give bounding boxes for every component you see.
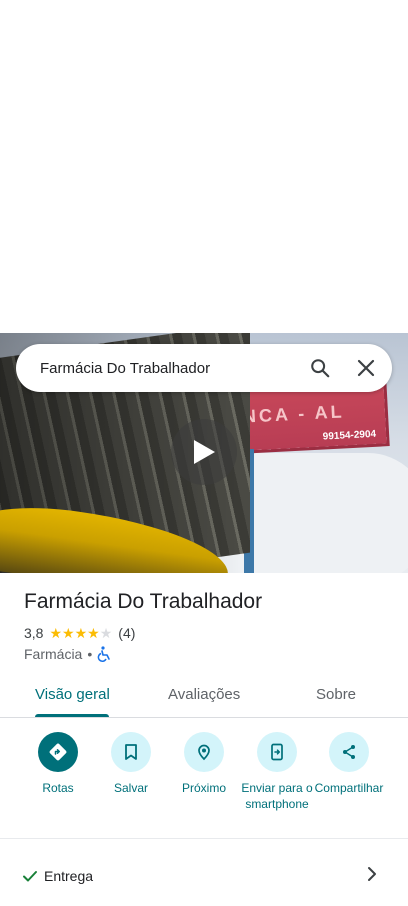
review-count[interactable]: (4) bbox=[118, 625, 135, 641]
blank-area bbox=[0, 0, 408, 333]
send-to-phone-button[interactable]: Enviar para o smartphone bbox=[238, 732, 316, 812]
search-bar[interactable]: Farmácia Do Trabalhador bbox=[16, 344, 392, 392]
category-row: Farmácia • bbox=[24, 646, 111, 662]
action-row: Rotas Salvar Próximo Enviar para o smart… bbox=[0, 732, 408, 832]
play-icon bbox=[194, 440, 215, 464]
tab-bar: Visão geral Avaliações Sobre bbox=[0, 672, 408, 718]
save-circle bbox=[111, 732, 151, 772]
search-button[interactable] bbox=[300, 348, 340, 388]
send-to-phone-circle bbox=[257, 732, 297, 772]
place-title: Farmácia Do Trabalhador bbox=[24, 590, 263, 613]
tab-overview[interactable]: Visão geral bbox=[35, 686, 110, 703]
share-label: Compartilhar bbox=[314, 781, 384, 795]
directions-label: Rotas bbox=[42, 781, 74, 795]
star-filled-icon: ★ bbox=[87, 625, 100, 641]
star-empty-icon: ★ bbox=[99, 625, 113, 641]
tab-about[interactable]: Sobre bbox=[316, 686, 356, 703]
send-to-phone-icon bbox=[271, 743, 283, 761]
share-button[interactable]: Compartilhar bbox=[311, 732, 387, 796]
directions-button[interactable]: Rotas bbox=[20, 732, 96, 796]
share-icon bbox=[343, 745, 355, 759]
save-button[interactable]: Salvar bbox=[93, 732, 169, 796]
close-button[interactable] bbox=[346, 348, 386, 388]
section-divider bbox=[0, 838, 408, 839]
attribute-row-entrega[interactable]: Entrega bbox=[0, 856, 408, 896]
wheelchair-icon bbox=[97, 646, 111, 662]
directions-icon bbox=[49, 743, 67, 761]
directions-circle bbox=[38, 732, 78, 772]
search-input[interactable]: Farmácia Do Trabalhador bbox=[40, 360, 300, 377]
send-to-phone-label: Enviar para o smartphone bbox=[241, 781, 313, 811]
check-icon bbox=[23, 871, 37, 882]
category-label[interactable]: Farmácia bbox=[24, 646, 82, 662]
star-filled-icon: ★ bbox=[49, 625, 63, 641]
rating-stars: ★ ★ ★ ★ ★ bbox=[49, 626, 112, 640]
attribute-label: Entrega bbox=[44, 868, 94, 884]
share-circle bbox=[329, 732, 369, 772]
nearby-icon bbox=[198, 744, 210, 761]
nearby-label: Próximo bbox=[181, 781, 226, 795]
nearby-circle bbox=[184, 732, 224, 772]
chevron-right-icon bbox=[368, 867, 376, 881]
tab-reviews[interactable]: Avaliações bbox=[168, 686, 240, 703]
save-label: Salvar bbox=[113, 781, 148, 795]
rating-row[interactable]: 3,8 ★ ★ ★ ★ ★ (4) bbox=[24, 625, 135, 641]
play-button[interactable] bbox=[171, 419, 237, 485]
star-filled-icon: ★ bbox=[62, 625, 75, 641]
search-icon bbox=[311, 359, 330, 378]
bookmark-icon bbox=[125, 744, 137, 760]
active-tab-indicator bbox=[35, 714, 109, 717]
separator-dot: • bbox=[87, 646, 93, 662]
close-icon bbox=[357, 359, 375, 377]
nearby-button[interactable]: Próximo bbox=[166, 732, 242, 796]
billboard-phone: 99154-2904 bbox=[322, 428, 377, 443]
star-filled-icon: ★ bbox=[74, 625, 88, 641]
rating-value: 3,8 bbox=[24, 625, 44, 641]
